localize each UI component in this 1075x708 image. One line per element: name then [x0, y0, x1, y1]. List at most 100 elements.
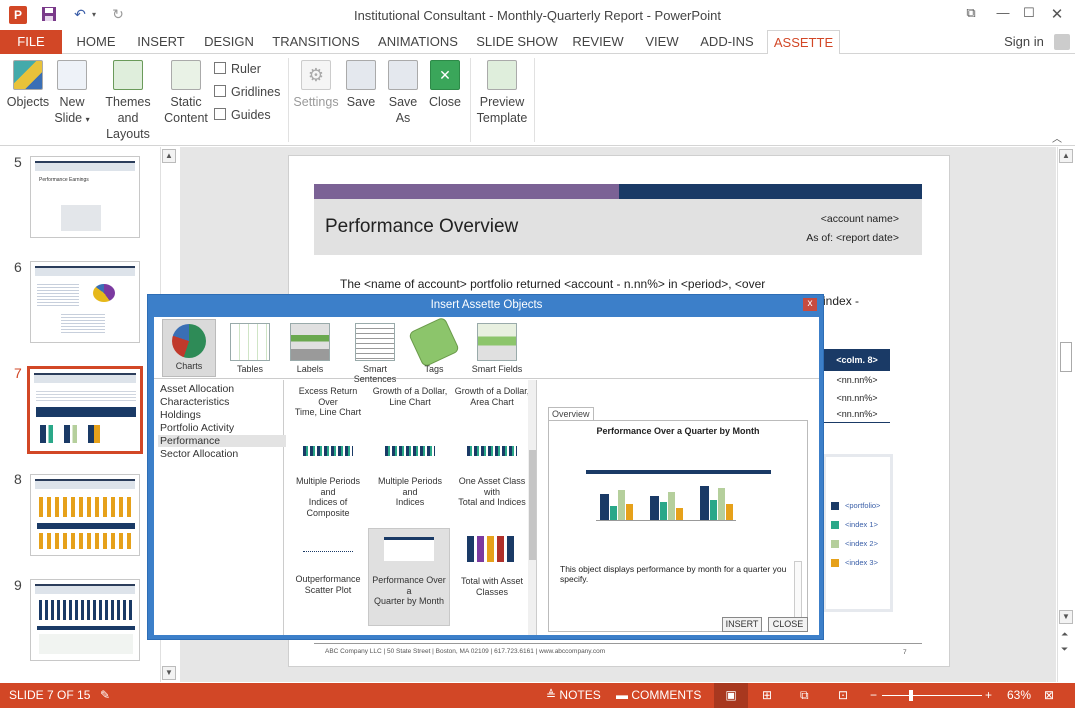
tab-slide-show[interactable]: SLIDE SHOW	[472, 30, 562, 54]
slide-show-icon[interactable]: ⊡	[838, 688, 848, 702]
zoom-in-icon[interactable]: +	[985, 688, 992, 702]
zoom-slider-thumb[interactable]	[909, 690, 913, 701]
zoom-slider[interactable]	[882, 690, 982, 701]
scroll-up-icon[interactable]: ▲	[1059, 149, 1073, 163]
save-button[interactable]: Save	[342, 60, 380, 110]
tab-animations[interactable]: ANIMATIONS	[370, 30, 466, 54]
settings-button[interactable]: ⚙ Settings	[292, 60, 340, 110]
object-one-asset-class[interactable]: One Asset Class with Total and Indices	[452, 446, 532, 508]
table-cell: <nn.nn%>	[836, 393, 878, 403]
tab-home[interactable]: HOME	[66, 30, 126, 54]
insert-button-face[interactable]: INSERT	[722, 617, 762, 632]
static-content-button[interactable]: Static Content	[162, 60, 210, 126]
tab-view[interactable]: VIEW	[636, 30, 688, 54]
description-scrollbar[interactable]	[794, 561, 802, 625]
table-header-col8: <colm. 8>	[824, 349, 890, 371]
zoom-out-icon[interactable]: −	[870, 688, 877, 702]
close-icon[interactable]: ✕	[1044, 5, 1070, 25]
slide-counter: SLIDE 7 OF 15	[9, 688, 91, 702]
user-icon[interactable]	[1054, 34, 1070, 50]
collapse-ribbon-icon[interactable]: ︿	[1052, 130, 1062, 145]
gallery-scrollbar[interactable]	[528, 380, 536, 635]
thumbnail-slide-7[interactable]	[27, 366, 143, 454]
guides-checkbox[interactable]: Guides	[214, 108, 271, 122]
save-as-label-2: As	[395, 111, 411, 125]
maximize-icon[interactable]: ☐	[1016, 5, 1042, 25]
category-holdings[interactable]: Holdings	[158, 409, 286, 421]
object-type-smart-sentences[interactable]: Smart Sentences	[342, 319, 408, 384]
close-label: Close	[429, 95, 461, 109]
ruler-checkbox[interactable]: Ruler	[214, 62, 261, 76]
sign-in-link[interactable]: Sign in	[996, 30, 1052, 54]
category-characteristics[interactable]: Characteristics	[158, 396, 286, 408]
ribbon-separator	[470, 58, 471, 142]
spell-check-icon[interactable]: ✎	[100, 688, 110, 702]
normal-view-icon[interactable]: ▣	[714, 683, 748, 708]
tab-file[interactable]: FILE	[0, 30, 62, 54]
ribbon-display-options-icon[interactable]: ⧉	[958, 5, 984, 25]
notes-button[interactable]: ≜ NOTES	[546, 688, 601, 702]
slide-body-text-2: index -	[823, 294, 860, 308]
ribbon-separator	[288, 58, 289, 142]
themes-label: Themes	[105, 95, 151, 109]
table-cell: <nn.nn%>	[836, 375, 878, 385]
scroll-down-icon[interactable]: ▼	[162, 666, 176, 680]
slide-sorter-icon[interactable]: ⊞	[762, 688, 772, 702]
themes-and-layouts-button[interactable]: Themes and Layouts	[94, 60, 162, 142]
new-slide-icon	[57, 60, 87, 90]
scroll-down-icon[interactable]: ▼	[1059, 610, 1073, 624]
object-multiple-periods-indices[interactable]: Multiple Periods and Indices	[370, 446, 450, 508]
comments-button[interactable]: ▬ COMMENTS	[616, 688, 701, 702]
close-dialog-button[interactable]: CLOSE	[768, 617, 808, 632]
object-multiple-periods-composite[interactable]: Multiple Periods and Indices of Composite	[288, 446, 368, 518]
close-button[interactable]: ✕ Close	[426, 60, 464, 110]
themes-label-2: and Layouts	[106, 111, 150, 141]
object-type-smart-fields[interactable]: Smart Fields	[466, 319, 528, 381]
tab-add-ins[interactable]: ADD-INS	[694, 30, 760, 54]
tab-transitions[interactable]: TRANSITIONS	[268, 30, 364, 54]
gallery-scroll-thumb[interactable]	[529, 450, 536, 560]
chevron-down-icon: ▾	[85, 115, 90, 124]
object-type-tables[interactable]: Tables	[222, 319, 278, 381]
object-type-toolbar: Charts Tables Labels Smart Sentences Tag…	[154, 316, 819, 384]
tab-insert[interactable]: INSERT	[128, 30, 194, 54]
next-slide-icon[interactable]: ⏷	[1061, 644, 1068, 655]
overview-tab[interactable]: Overview	[548, 407, 594, 421]
category-asset-allocation[interactable]: Asset Allocation	[158, 383, 286, 395]
reading-view-icon[interactable]: ⧉	[800, 688, 809, 703]
tab-assette[interactable]: ASSETTE	[767, 30, 840, 55]
minimize-icon[interactable]: —	[990, 5, 1016, 25]
thumbnail-slide-8[interactable]	[30, 474, 140, 556]
objects-button[interactable]: Objects	[4, 60, 52, 110]
category-performance[interactable]: Performance	[158, 435, 286, 447]
preview-template-button[interactable]: Preview Template	[474, 60, 530, 126]
object-type-charts[interactable]: Charts	[162, 319, 216, 377]
gridlines-checkbox[interactable]: Gridlines	[214, 85, 280, 99]
scroll-thumb[interactable]	[1060, 342, 1072, 372]
scroll-up-icon[interactable]: ▲	[162, 149, 176, 163]
category-portfolio-activity[interactable]: Portfolio Activity	[158, 422, 286, 434]
new-slide-label: New	[59, 95, 85, 109]
previous-slide-icon[interactable]: ⏶	[1061, 629, 1068, 640]
tab-design[interactable]: DESIGN	[196, 30, 262, 54]
thumbnail-slide-5[interactable]: Performance Earnings	[30, 156, 140, 238]
object-type-labels[interactable]: Labels	[282, 319, 338, 381]
thumbnail-slide-6[interactable]	[30, 261, 140, 343]
object-type-tags[interactable]: Tags	[406, 316, 462, 381]
tab-review[interactable]: REVIEW	[568, 30, 628, 54]
canvas-scrollbar[interactable]: ▲ ▼ ⏶ ⏷	[1057, 147, 1073, 682]
fit-to-window-icon[interactable]: ⊠	[1044, 688, 1054, 702]
zoom-level[interactable]: 63%	[1007, 688, 1031, 702]
object-thumbnail	[467, 446, 517, 456]
thumbnail-slide-9[interactable]	[30, 579, 140, 661]
object-outperformance-scatter[interactable]: Outperformance Scatter Plot	[288, 544, 368, 595]
dialog-close-icon[interactable]: x	[803, 298, 817, 311]
category-sector-allocation[interactable]: Sector Allocation	[158, 448, 286, 460]
settings-label: Settings	[293, 95, 339, 109]
save-as-button[interactable]: Save As	[384, 60, 422, 126]
object-performance-quarter-by-month[interactable]: Performance Over a Quarter by Month	[368, 528, 450, 626]
new-slide-button[interactable]: New Slide ▾	[52, 60, 92, 128]
table-bottom-rule	[824, 422, 890, 423]
preview-label-2: Template	[476, 111, 528, 125]
object-total-with-asset-classes[interactable]: Total with Asset Classes	[452, 536, 532, 597]
